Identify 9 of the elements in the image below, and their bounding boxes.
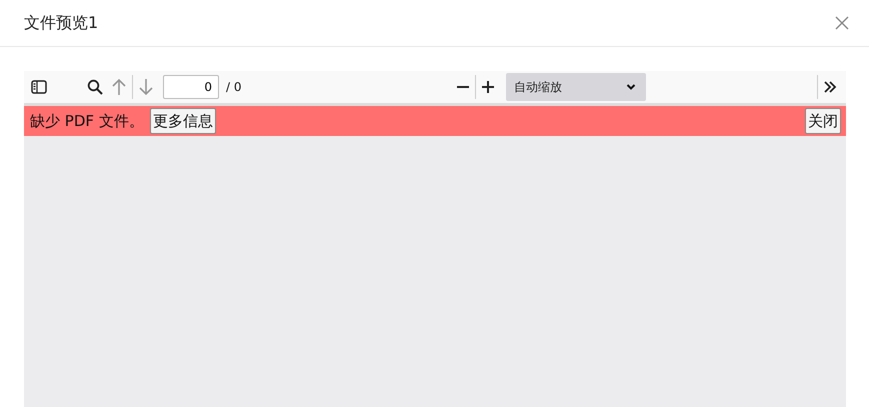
close-icon[interactable] — [835, 16, 849, 30]
error-message: 缺少 PDF 文件。 — [30, 112, 144, 130]
chevron-icon — [626, 83, 636, 91]
more-info-button[interactable]: 更多信息 — [150, 108, 216, 134]
zoom-dropdown[interactable]: 自动缩放 — [506, 73, 646, 101]
dialog-title: 文件预览1 — [24, 12, 98, 34]
close-button[interactable]: 关闭 — [805, 108, 841, 134]
page-number-field[interactable]: 0 — [163, 75, 219, 99]
page-count: / 0 — [226, 80, 242, 94]
